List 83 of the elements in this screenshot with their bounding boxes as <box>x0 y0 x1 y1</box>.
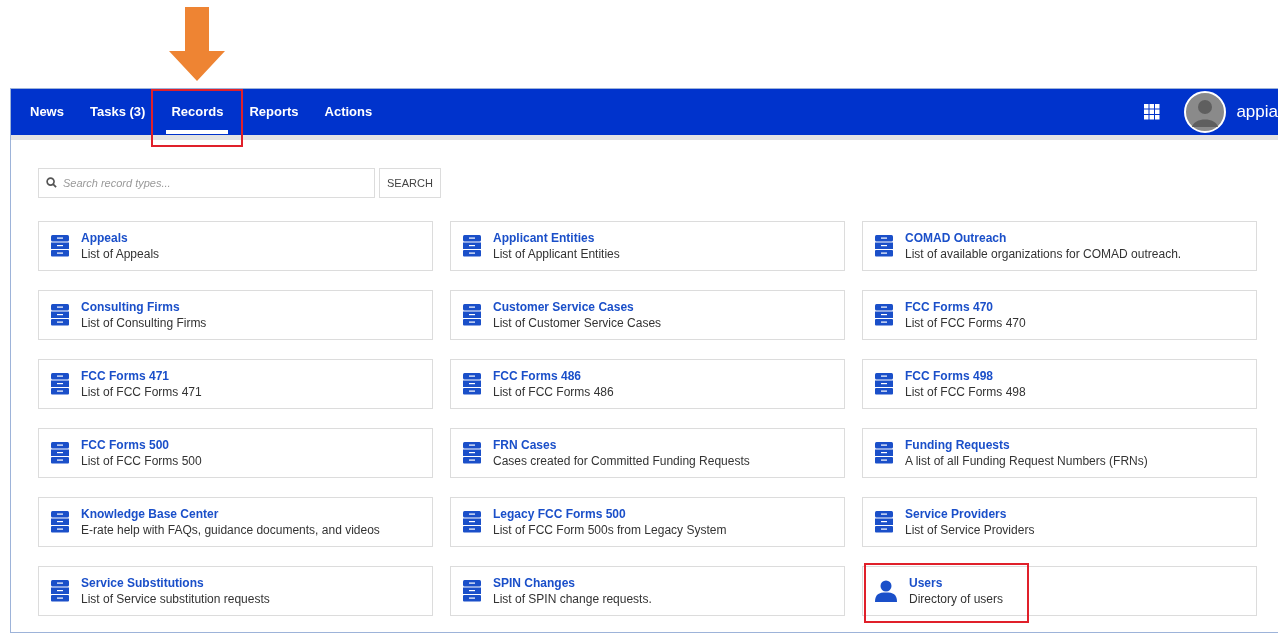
record-description: List of FCC Forms 498 <box>905 384 1026 400</box>
record-title[interactable]: FCC Forms 500 <box>81 437 202 453</box>
file-cabinet-icon <box>463 442 481 464</box>
record-tile[interactable]: FCC Forms 471 List of FCC Forms 471 <box>38 359 433 409</box>
record-title[interactable]: Service Substitutions <box>81 575 270 591</box>
record-title[interactable]: Legacy FCC Forms 500 <box>493 506 727 522</box>
record-description: List of SPIN change requests. <box>493 591 652 607</box>
record-description: List of FCC Forms 471 <box>81 384 202 400</box>
record-description: List of available organizations for COMAD outreach. <box>905 246 1182 262</box>
brand-name: appia <box>1236 101 1278 124</box>
record-title[interactable]: FCC Forms 470 <box>905 299 1026 315</box>
record-tile[interactable]: FRN Cases Cases created for Committed Funding Requests <box>450 428 845 478</box>
file-cabinet-icon <box>51 373 69 395</box>
record-tile[interactable]: Service Substitutions List of Service substitution requests <box>38 566 433 616</box>
record-description: Cases created for Committed Funding Requests <box>493 453 750 469</box>
user-icon <box>875 580 897 602</box>
record-title[interactable]: Users <box>909 575 1004 591</box>
nav-tab[interactable]: Tasks (3) <box>76 89 159 135</box>
file-cabinet-icon <box>875 304 893 326</box>
avatar-icon[interactable] <box>1184 91 1227 133</box>
record-title[interactable]: COMAD Outreach <box>905 230 1182 246</box>
file-cabinet-icon <box>463 511 481 533</box>
search-button[interactable]: SEARCH <box>379 168 441 198</box>
record-description: List of Service substitution requests <box>81 591 270 607</box>
record-tile[interactable]: COMAD Outreach List of available organizations for COMAD outreach. <box>862 221 1257 271</box>
record-description: List of FCC Forms 500 <box>81 453 202 469</box>
record-description: List of FCC Forms 486 <box>493 384 614 400</box>
record-tile[interactable]: Service Providers List of Service Providers <box>862 497 1257 547</box>
file-cabinet-icon <box>875 235 893 257</box>
file-cabinet-icon <box>875 511 893 533</box>
search-field[interactable]: Search record types... <box>38 168 375 198</box>
record-title[interactable]: FCC Forms 471 <box>81 368 202 384</box>
record-tile[interactable]: Appeals List of Appeals <box>38 221 433 271</box>
record-description: List of Appeals <box>81 246 160 262</box>
record-description: A list of all Funding Request Numbers (FRNs) <box>905 453 1148 469</box>
record-description: Directory of users <box>909 591 1004 607</box>
record-tile[interactable]: Applicant Entities List of Applicant Entities <box>450 221 845 271</box>
file-cabinet-icon <box>875 373 893 395</box>
record-description: List of Consulting Firms <box>81 315 207 331</box>
record-tile[interactable]: FCC Forms 500 List of FCC Forms 500 <box>38 428 433 478</box>
record-tile[interactable]: Customer Service Cases List of Customer Service Cases <box>450 290 845 340</box>
record-description: E-rate help with FAQs, guidance documents, and videos <box>81 522 380 538</box>
file-cabinet-icon <box>463 373 481 395</box>
record-title[interactable]: Knowledge Base Center <box>81 506 380 522</box>
nav-tab[interactable]: Records <box>158 89 237 135</box>
file-cabinet-icon <box>51 511 69 533</box>
search-icon <box>46 177 57 188</box>
record-tile[interactable]: FCC Forms 470 List of FCC Forms 470 <box>862 290 1257 340</box>
file-cabinet-icon <box>463 235 481 257</box>
record-title[interactable]: Applicant Entities <box>493 230 620 246</box>
record-description: List of FCC Forms 470 <box>905 315 1026 331</box>
record-title[interactable]: FCC Forms 486 <box>493 368 614 384</box>
record-tile[interactable]: Funding Requests A list of all Funding Request Numbers (FRNs) <box>862 428 1257 478</box>
file-cabinet-icon <box>51 580 69 602</box>
record-title[interactable]: Service Providers <box>905 506 1035 522</box>
record-title[interactable]: Consulting Firms <box>81 299 207 315</box>
record-tile[interactable]: Users Directory of users <box>862 566 1257 616</box>
record-tile[interactable]: FCC Forms 498 List of FCC Forms 498 <box>862 359 1257 409</box>
app-grid-icon[interactable] <box>1144 104 1161 120</box>
record-description: List of FCC Form 500s from Legacy System <box>493 522 727 538</box>
nav-tab[interactable]: Actions <box>311 89 386 135</box>
record-tile[interactable]: Consulting Firms List of Consulting Firms <box>38 290 433 340</box>
record-description: List of Service Providers <box>905 522 1035 538</box>
record-tile[interactable]: SPIN Changes List of SPIN change requests. <box>450 566 845 616</box>
file-cabinet-icon <box>51 442 69 464</box>
record-title[interactable]: FRN Cases <box>493 437 750 453</box>
record-tile[interactable]: Knowledge Base Center E-rate help with FAQs, guidance documents, and videos <box>38 497 433 547</box>
record-title[interactable]: Funding Requests <box>905 437 1148 453</box>
file-cabinet-icon <box>51 235 69 257</box>
record-description: List of Customer Service Cases <box>493 315 662 331</box>
file-cabinet-icon <box>463 580 481 602</box>
file-cabinet-icon <box>463 304 481 326</box>
nav-tab[interactable]: Reports <box>236 89 312 135</box>
record-description: List of Applicant Entities <box>493 246 620 262</box>
file-cabinet-icon <box>875 442 893 464</box>
record-title[interactable]: FCC Forms 498 <box>905 368 1026 384</box>
file-cabinet-icon <box>51 304 69 326</box>
record-tile[interactable]: FCC Forms 486 List of FCC Forms 486 <box>450 359 845 409</box>
nav-tab[interactable]: News <box>17 89 77 135</box>
record-title[interactable]: Customer Service Cases <box>493 299 662 315</box>
record-title[interactable]: Appeals <box>81 230 160 246</box>
record-title[interactable]: SPIN Changes <box>493 575 652 591</box>
record-tile[interactable]: Legacy FCC Forms 500 List of FCC Form 500s from Legacy System <box>450 497 845 547</box>
